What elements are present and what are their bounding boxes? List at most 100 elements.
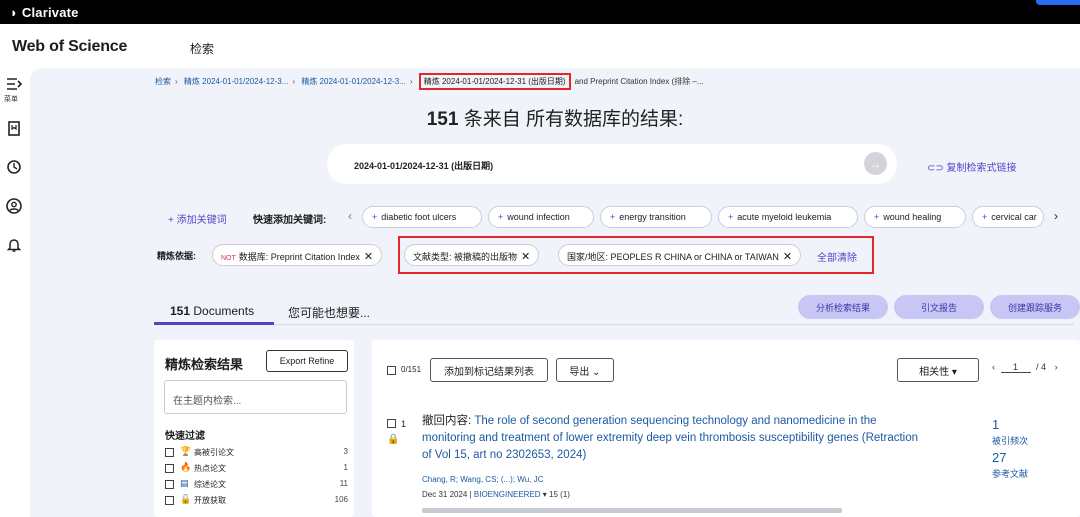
record-title[interactable]: 撤回内容: The role of second generation sequ… (422, 413, 927, 464)
breadcrumb: 检索 › 精炼 2024-01-01/2024-12-3... › 精炼 2024-… (155, 73, 708, 90)
page-total: / 4 (1036, 362, 1047, 372)
export-refine-button[interactable]: Export Refine (266, 350, 348, 372)
query-box[interactable]: 2024-01-01/2024-12-31 (出版日期) → (327, 144, 897, 184)
copy-query-link[interactable]: ⊂⊃ 复制检索式链接 (927, 159, 1017, 174)
record-refs-count[interactable]: 27 (992, 450, 1006, 465)
checkbox[interactable] (165, 496, 174, 505)
results-panel: 0/151 添加到标记结果列表 导出 ⌄ 相关性 ▾ ‹ 1 / 4 › 1 🔒… (372, 340, 1080, 517)
main-content: 检索 › 精炼 2024-01-01/2024-12-3... › 精炼 2024-… (30, 68, 1080, 517)
plus-icon: + (728, 212, 734, 222)
quick-filter-hot-papers[interactable]: 🔥 热点论文 1 (165, 462, 348, 476)
left-rail: 菜单 (0, 68, 30, 517)
quick-filter-highly-cited[interactable]: 🏆 高被引论文 3 (165, 446, 348, 460)
clarivate-mark-icon: ◗ (10, 5, 19, 20)
keyword-chip[interactable]: + wound infection (488, 206, 594, 228)
add-keyword-button[interactable]: + 添加关键词 (168, 211, 227, 226)
not-tag: NOT (221, 255, 236, 262)
quick-filter-heading: 快速过滤 (165, 431, 205, 442)
chevron-left-icon[interactable]: ‹ (992, 362, 995, 372)
keyword-chip[interactable]: + wound healing (864, 206, 966, 228)
history-icon[interactable] (4, 157, 24, 177)
breadcrumb-item-search[interactable]: 检索 (155, 77, 171, 86)
plus-icon: + (982, 212, 988, 222)
analyze-results-button[interactable]: 分析检索结果 (798, 295, 888, 319)
plus-icon: + (610, 212, 616, 222)
review-doc-icon: ▤ (180, 478, 189, 488)
keyword-chip[interactable]: + cervical car (972, 206, 1044, 228)
record-journal[interactable]: BIOENGINEERED (474, 490, 541, 499)
plus-icon: + (372, 212, 378, 222)
checkbox[interactable] (165, 480, 174, 489)
refine-panel: 精炼检索结果 Export Refine 在主题内检索... 快速过滤 🏆 高被… (154, 340, 354, 517)
record-refs-label: 参考文献 (992, 469, 1029, 479)
clarivate-logo[interactable]: ◗ Clarivate (10, 5, 79, 20)
chevron-right-icon[interactable]: › (1055, 362, 1058, 372)
arrow-right-icon[interactable]: → (864, 152, 887, 175)
results-title-text: 条来自 所有数据库的结果: (463, 109, 684, 130)
refine-panel-title: 精炼检索结果 (165, 357, 244, 372)
topbar-account-pill[interactable] (1036, 0, 1080, 5)
quick-add-keyword-label: 快速添加关键词: (253, 215, 327, 226)
tab-you-may-also-like[interactable]: 您可能也想要... (288, 304, 370, 321)
bookmark-icon[interactable] (4, 119, 24, 139)
record-abstract-snippet (422, 508, 842, 513)
highlight-box (398, 236, 874, 274)
chevron-right-icon[interactable]: › (1054, 209, 1058, 223)
create-alert-button[interactable]: 创建跟踪服务 (990, 295, 1080, 319)
filter-chip-database[interactable]: NOT 数据库: Preprint Citation Index ✕ (212, 244, 383, 266)
keyword-chip[interactable]: + acute myeloid leukemia (718, 206, 858, 228)
keyword-chip[interactable]: + diabetic foot ulcers (362, 206, 482, 228)
query-text: 2024-01-01/2024-12-31 (出版日期) (354, 161, 494, 171)
tab-documents[interactable]: 151 Documents (170, 304, 254, 318)
add-to-marked-list-button[interactable]: 添加到标记结果列表 (430, 358, 548, 382)
breadcrumb-separator-icon: › (175, 77, 178, 86)
citation-report-button[interactable]: 引文报告 (894, 295, 984, 319)
menu-label: 菜单 (4, 96, 18, 103)
record-checkbox[interactable] (387, 419, 396, 428)
web-of-science-logo[interactable]: Web of Science (12, 38, 127, 56)
checkbox[interactable] (165, 464, 174, 473)
trophy-icon: 🏆 (180, 446, 192, 456)
breadcrumb-item-refine-1[interactable]: 精炼 2024-01-01/2024-12-3... (184, 77, 289, 86)
tab-divider (154, 324, 1074, 325)
breadcrumb-item-tail[interactable]: and Preprint Citation Index (排除 –... (575, 77, 704, 86)
export-button[interactable]: 导出 ⌄ (556, 358, 614, 382)
checkbox[interactable] (165, 448, 174, 457)
refine-search-input[interactable]: 在主题内检索... (164, 380, 347, 414)
results-title: 151 条来自 所有数据库的结果: (30, 104, 1080, 131)
select-all-checkbox[interactable] (387, 366, 396, 375)
record-cites-label: 被引频次 (992, 436, 1029, 446)
header: Web of Science 检索 (0, 24, 1080, 68)
page-input[interactable]: 1 (1000, 362, 1031, 373)
breadcrumb-separator-icon: › (409, 77, 413, 86)
refine-label: 精炼依据: (157, 251, 196, 261)
bell-icon[interactable] (4, 235, 24, 255)
breadcrumb-item-refine-2[interactable]: 精炼 2024-01-01/2024-12-3... (301, 77, 406, 86)
lock-icon: 🔒 (387, 434, 400, 445)
menu-icon[interactable] (4, 74, 24, 94)
breadcrumb-separator-icon: › (292, 77, 296, 86)
open-access-icon: 🔓 (180, 494, 192, 504)
chevron-left-icon[interactable]: ‹ (348, 209, 352, 223)
record-meta: Dec 31 2024 | BIOENGINEERED ▾ 15 (1) (422, 490, 570, 499)
nav-search-link[interactable]: 检索 (190, 40, 214, 57)
keyword-chip[interactable]: + energy transition (600, 206, 712, 228)
plus-icon: + (874, 212, 880, 222)
record-cites-count[interactable]: 1 (992, 417, 999, 432)
flame-icon: 🔥 (180, 462, 192, 472)
plus-icon: + (498, 212, 504, 222)
user-icon[interactable] (4, 196, 24, 216)
record-number: 1 (401, 419, 407, 429)
close-icon[interactable]: ✕ (364, 251, 373, 263)
link-icon: ⊂⊃ (927, 163, 944, 174)
breadcrumb-item-active[interactable]: 精炼 2024-01-01/2024-12-31 (出版日期) (418, 73, 571, 90)
tab-active-indicator (154, 322, 274, 325)
quick-filter-review[interactable]: ▤ 综述论文 11 (165, 478, 348, 492)
pagination: ‹ 1 / 4 › (992, 362, 1058, 373)
results-count: 151 (426, 109, 459, 130)
sort-select[interactable]: 相关性 ▾ (897, 358, 979, 382)
record-authors[interactable]: Chang, R; Wang, CS; (...); Wu, JC (422, 475, 543, 484)
quick-filter-open-access[interactable]: 🔓 开放获取 106 (165, 494, 348, 508)
top-bar: ◗ Clarivate (0, 0, 1080, 24)
selected-count: 0/151 (401, 365, 422, 374)
